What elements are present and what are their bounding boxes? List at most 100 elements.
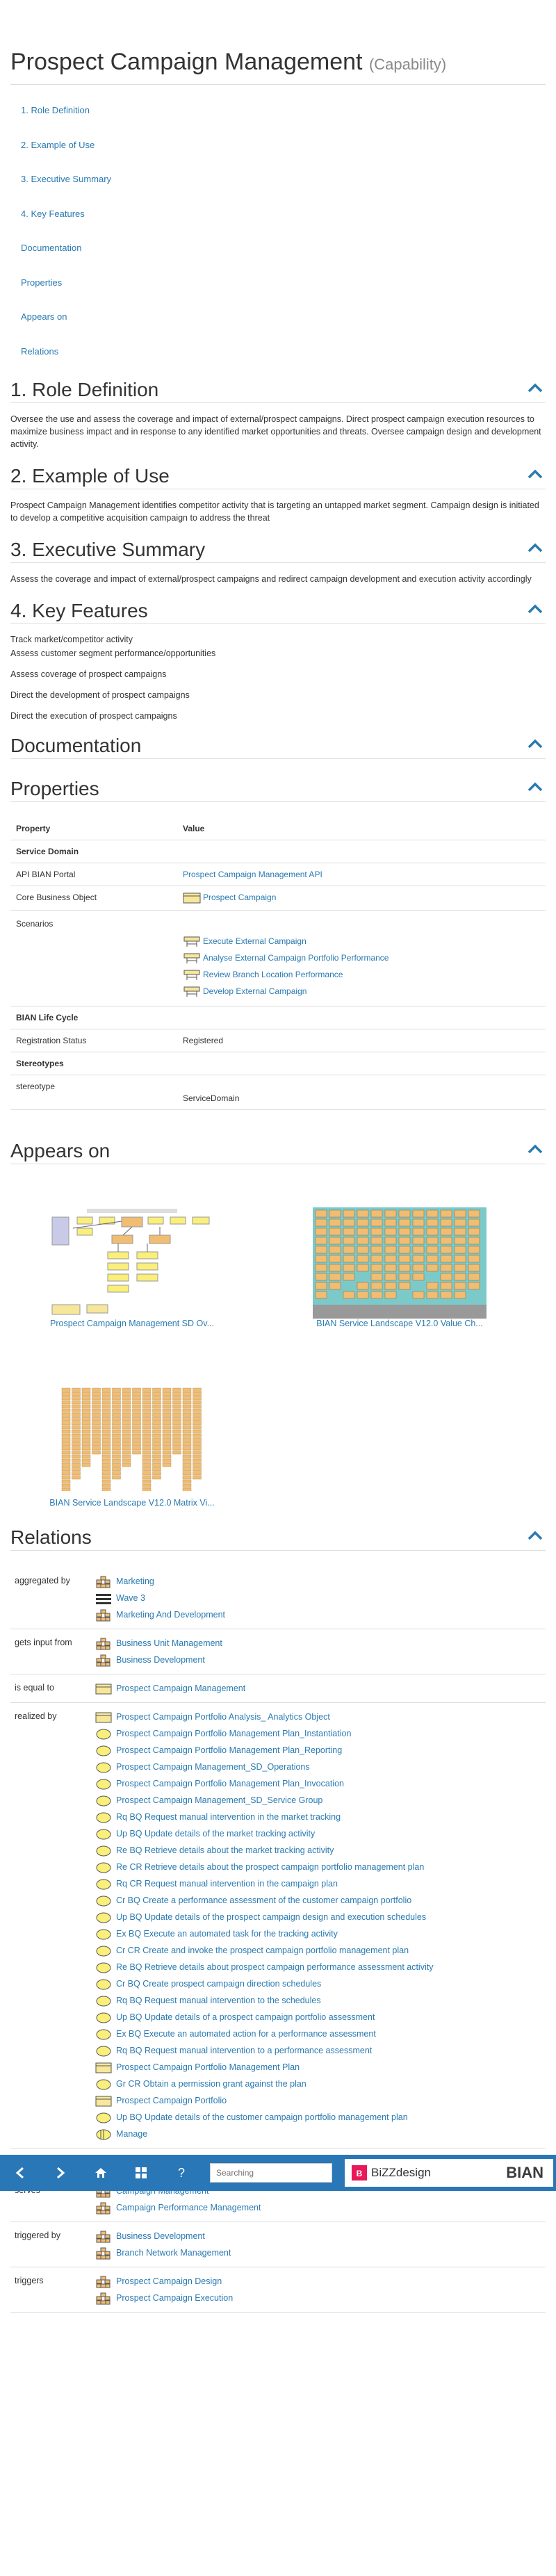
thumbnail-block [440, 1282, 452, 1290]
relation-link[interactable]: Prospect Campaign Portfolio Analysis_ An… [116, 1712, 330, 1722]
thumbnail-block [142, 1446, 152, 1451]
scenario-link[interactable]: Execute External Campaign [203, 936, 306, 946]
relation-link[interactable]: Business Development [116, 2231, 205, 2241]
relation-link[interactable]: Business Development [116, 1655, 205, 1665]
relation-link[interactable]: Ex BQ Execute an automated task for the … [116, 1929, 338, 1939]
relation-link[interactable]: Prospect Campaign Design [116, 2276, 222, 2286]
toc-link-features[interactable]: 4. Key Features [21, 209, 85, 219]
thumbnail-block [329, 1209, 341, 1218]
relation-link[interactable]: Prospect Campaign Portfolio Management P… [116, 1779, 344, 1788]
relation-link[interactable]: Prospect Campaign Management_SD_Operatio… [116, 1762, 310, 1772]
chevron-up-icon[interactable] [528, 382, 543, 393]
thumbnail-block [468, 1218, 480, 1227]
relation-link[interactable]: Gr CR Obtain a permission grant against … [116, 2079, 306, 2089]
thumbnail-block [81, 1412, 91, 1417]
thumbnail-block [142, 1417, 152, 1421]
relation-link[interactable]: Manage [116, 2129, 147, 2139]
relation-item: Up BQ Update details of the market track… [95, 1825, 546, 1842]
thumbnail-block [61, 1404, 71, 1409]
toc-link-documentation[interactable]: Documentation [21, 243, 81, 253]
toc-link-appears[interactable]: Appears on [21, 311, 67, 322]
toc-link-role[interactable]: 1. Role Definition [21, 105, 90, 115]
toc-link-relations[interactable]: Relations [21, 346, 58, 357]
scenario-link[interactable]: Analyse External Campaign Portfolio Perf… [203, 953, 389, 963]
scenario-link[interactable]: Review Branch Location Performance [203, 970, 343, 979]
thumbnail-block [440, 1273, 452, 1281]
search-input[interactable] [210, 2163, 332, 2183]
relation-link[interactable]: Branch Network Management [116, 2248, 231, 2258]
relation-link[interactable]: Rq BQ Request manual intervention in the… [116, 1812, 341, 1822]
relation-link[interactable]: Marketing And Development [116, 1610, 225, 1620]
relation-link[interactable]: Up BQ Update details of the market track… [116, 1829, 315, 1839]
relation-link[interactable]: Wave 3 [116, 1593, 145, 1603]
relation-link[interactable]: Cr CR Create and invoke the prospect cam… [116, 1946, 409, 1955]
relation-link[interactable]: Up BQ Update details of the customer cam… [116, 2112, 408, 2122]
home-button[interactable] [81, 2155, 121, 2191]
relation-link[interactable]: Up BQ Update details of the prospect cam… [116, 1912, 426, 1922]
relation-link[interactable]: Prospect Campaign Portfolio [116, 2096, 227, 2105]
relation-link[interactable]: Prospect Campaign Portfolio Management P… [116, 2062, 300, 2072]
home-icon [95, 2168, 106, 2178]
help-button[interactable]: ? [161, 2155, 202, 2191]
view-thumbnail[interactable]: BIAN Service Landscape V12.0 Value Ch... [295, 1207, 504, 1328]
scenario-link[interactable]: Develop External Campaign [203, 986, 306, 996]
api-portal-link[interactable]: Prospect Campaign Management API [183, 870, 322, 879]
chevron-up-icon[interactable] [528, 468, 543, 480]
thumbnail-block [172, 1450, 181, 1455]
view-link[interactable]: Prospect Campaign Management SD Ov... [50, 1319, 214, 1328]
thumbnail-block [101, 1471, 111, 1476]
relation-link[interactable]: Cr BQ Create a performance assessment of… [116, 1896, 411, 1905]
relation-link[interactable]: Prospect Campaign Portfolio Management P… [116, 1745, 342, 1755]
relation-link[interactable]: Campaign Performance Management [116, 2203, 261, 2212]
toc-link-example[interactable]: 2. Example of Use [21, 140, 95, 150]
relation-type-label: triggered by [15, 2231, 61, 2240]
chevron-up-icon[interactable] [528, 603, 543, 614]
chevron-up-icon[interactable] [528, 1530, 543, 1541]
thumbnail-block [315, 1218, 327, 1227]
chevron-up-icon[interactable] [528, 781, 543, 792]
relation-link[interactable]: Re BQ Retrieve details about the market … [116, 1845, 334, 1855]
relation-link[interactable]: Business Unit Management [116, 1638, 222, 1648]
thumbnail-block [182, 1458, 192, 1463]
relation-link[interactable]: Rq BQ Request manual intervention to a p… [116, 2046, 372, 2055]
chevron-up-icon[interactable] [528, 1143, 543, 1155]
relation-link[interactable]: Prospect Campaign Execution [116, 2293, 233, 2303]
view-link[interactable]: BIAN Service Landscape V12.0 Matrix Vi..… [49, 1498, 214, 1508]
thumbnail-block [132, 1408, 141, 1413]
chevron-up-icon[interactable] [528, 738, 543, 749]
thumbnail-block [193, 1387, 202, 1392]
back-button[interactable] [0, 2155, 40, 2191]
relation-link[interactable]: Rq BQ Request manual intervention to the… [116, 1996, 321, 2005]
toc-link-properties[interactable]: Properties [21, 277, 62, 288]
view-thumbnail[interactable]: Prospect Campaign Management SD Ov... [28, 1207, 236, 1328]
toc-link-summary[interactable]: 3. Executive Summary [21, 174, 111, 184]
chevron-up-icon[interactable] [528, 542, 543, 553]
view-link[interactable]: BIAN Service Landscape V12.0 Value Ch... [316, 1319, 483, 1328]
relation-link[interactable]: Re BQ Retrieve details about prospect ca… [116, 1962, 433, 1972]
relation-link[interactable]: Re CR Retrieve details about the prospec… [116, 1862, 424, 1872]
thumbnail-block [72, 1404, 81, 1409]
relation-link[interactable]: Ex BQ Execute an automated action for a … [116, 2029, 376, 2039]
relation-link[interactable]: Prospect Campaign Portfolio Management P… [116, 1729, 351, 1738]
thumbnail-block [142, 1462, 152, 1467]
thumbnail-block [440, 1246, 452, 1254]
thumbnail-block [132, 1425, 141, 1430]
relation-link[interactable]: Up BQ Update details of a prospect campa… [116, 2012, 375, 2022]
thumbnail-block [61, 1433, 71, 1438]
relation-link[interactable]: Marketing [116, 1576, 154, 1586]
thumbnail-block [162, 1417, 172, 1421]
relation-link[interactable]: Prospect Campaign Management [116, 1684, 245, 1693]
relation-link[interactable]: Prospect Campaign Management_SD_Service … [116, 1795, 322, 1805]
relation-link[interactable]: Rq CR Request manual intervention in the… [116, 1879, 338, 1889]
thumbnail-block [101, 1392, 111, 1396]
core-business-object-link[interactable]: Prospect Campaign [203, 892, 276, 902]
relation-link[interactable]: Cr BQ Create prospect campaign direction… [116, 1979, 321, 1989]
forward-button[interactable] [40, 2155, 81, 2191]
thumbnail-block [61, 1462, 71, 1467]
thumbnail-block [72, 1475, 81, 1480]
thumbnail-block [81, 1450, 91, 1455]
thumbnail-block [182, 1412, 192, 1417]
view-thumbnail[interactable]: BIAN Service Landscape V12.0 Matrix Vi..… [28, 1387, 236, 1508]
thumbnail-block [72, 1412, 81, 1417]
views-button[interactable] [121, 2155, 161, 2191]
